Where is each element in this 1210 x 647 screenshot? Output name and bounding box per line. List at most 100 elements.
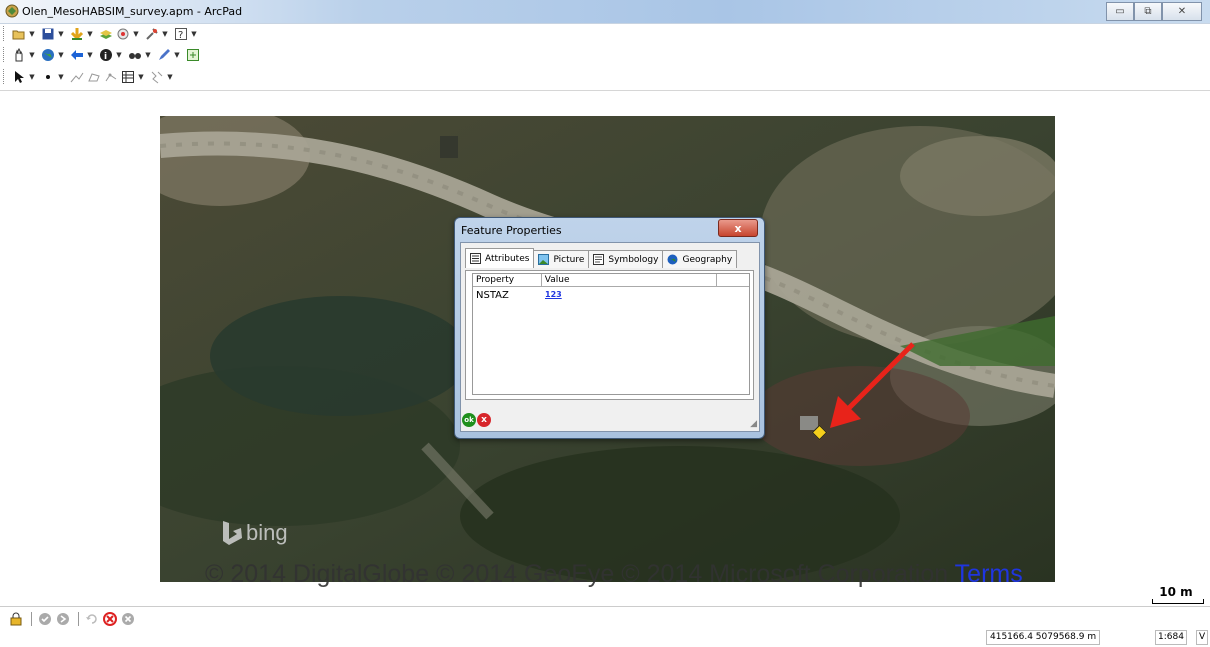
find-icon[interactable] bbox=[127, 47, 142, 62]
picture-icon bbox=[538, 254, 550, 265]
select-dropdown-arrow[interactable]: ▼ bbox=[28, 69, 36, 84]
tab-symbology-label: Symbology bbox=[608, 254, 659, 265]
toolbar-separator bbox=[0, 90, 1210, 91]
dialog-tabs: Attributes Picture Symbology Geography bbox=[465, 248, 738, 269]
status-toolbar bbox=[8, 611, 138, 626]
tab-picture[interactable]: Picture bbox=[533, 250, 590, 268]
scale-bar-label: 10 m bbox=[1159, 585, 1193, 599]
info-icon[interactable]: i bbox=[98, 47, 113, 62]
next-icon[interactable] bbox=[55, 611, 70, 626]
lock-icon[interactable] bbox=[8, 611, 23, 626]
feature-properties-dialog: Feature Properties x Attributes Picture … bbox=[454, 217, 765, 439]
table-row[interactable]: NSTAZ 123 bbox=[473, 290, 749, 301]
save-dropdown-arrow[interactable]: ▼ bbox=[57, 26, 65, 41]
table-icon[interactable] bbox=[120, 69, 135, 84]
back-dropdown-arrow[interactable]: ▼ bbox=[86, 47, 94, 62]
bing-logo: bing bbox=[220, 519, 288, 547]
cancel-icon[interactable] bbox=[120, 611, 135, 626]
edit-icon[interactable] bbox=[156, 47, 171, 62]
geography-icon bbox=[667, 254, 678, 265]
tab-attributes[interactable]: Attributes bbox=[465, 248, 535, 268]
bing-logo-text: bing bbox=[246, 520, 288, 545]
vertex-icon[interactable] bbox=[103, 69, 118, 84]
edit-toolbar: ▼ ▼ ▼ ▼ bbox=[0, 67, 1210, 86]
open-dropdown-arrow[interactable]: ▼ bbox=[28, 26, 36, 41]
arcpad-app-icon bbox=[5, 4, 19, 18]
tab-geography-label: Geography bbox=[682, 254, 733, 265]
scale-bar bbox=[1152, 599, 1204, 604]
attributes-icon bbox=[470, 253, 481, 264]
back-icon[interactable] bbox=[69, 47, 84, 62]
gps-dropdown-arrow[interactable]: ▼ bbox=[132, 26, 140, 41]
mode-indicator: V bbox=[1196, 630, 1209, 645]
cancel-button[interactable]: x bbox=[477, 413, 491, 427]
symbology-icon bbox=[593, 254, 605, 265]
pan-icon[interactable] bbox=[11, 47, 26, 62]
check-icon[interactable] bbox=[37, 611, 52, 626]
attributes-grid: Property Value NSTAZ 123 bbox=[472, 273, 750, 395]
select-arrow-icon[interactable] bbox=[11, 69, 26, 84]
tab-picture-label: Picture bbox=[553, 254, 585, 265]
stop-icon[interactable] bbox=[102, 611, 117, 626]
bing-logo-icon bbox=[223, 521, 242, 545]
close-window-button[interactable]: ✕ bbox=[1162, 2, 1202, 21]
refresh-icon[interactable] bbox=[185, 47, 200, 62]
tab-attributes-label: Attributes bbox=[485, 253, 530, 264]
value-cell[interactable]: 123 bbox=[542, 290, 715, 301]
close-icon: ✕ bbox=[1177, 6, 1187, 17]
status-separator bbox=[78, 611, 79, 626]
dialog-buttons: ok x bbox=[462, 413, 491, 427]
tools-dropdown-arrow[interactable]: ▼ bbox=[161, 26, 169, 41]
edit-dropdown-arrow[interactable]: ▼ bbox=[173, 47, 181, 62]
close-icon: x bbox=[734, 221, 742, 235]
dialog-body: Attributes Picture Symbology Geography P… bbox=[460, 242, 760, 432]
attribution-text: © 2014 DigitalGlobe © 2014 GeoEye © 2014… bbox=[205, 560, 949, 588]
terms-link[interactable]: Terms bbox=[955, 560, 1023, 588]
attributes-panel: Property Value NSTAZ 123 bbox=[465, 270, 754, 400]
info-dropdown-arrow[interactable]: ▼ bbox=[115, 47, 123, 62]
find-dropdown-arrow[interactable]: ▼ bbox=[144, 47, 152, 62]
status-separator bbox=[31, 611, 32, 626]
ok-button[interactable]: ok bbox=[462, 413, 476, 427]
window-title: Olen_MesoHABSIM_survey.apm - ArcPad bbox=[22, 5, 243, 18]
dialog-close-button[interactable]: x bbox=[718, 219, 758, 237]
minimize-button[interactable]: ▭ bbox=[1106, 2, 1134, 21]
restore-icon: ⧉ bbox=[1144, 6, 1152, 17]
toolbar-grip[interactable] bbox=[3, 69, 7, 84]
polyline-icon[interactable] bbox=[69, 69, 84, 84]
polygon-icon[interactable] bbox=[86, 69, 101, 84]
svg-text:?: ? bbox=[178, 30, 183, 40]
open-icon[interactable] bbox=[11, 26, 26, 41]
layer-icon[interactable] bbox=[98, 26, 113, 41]
globe-icon[interactable] bbox=[40, 47, 55, 62]
help-dropdown-arrow[interactable]: ▼ bbox=[190, 26, 198, 41]
column-header-property[interactable]: Property bbox=[473, 274, 542, 286]
add-layer-icon[interactable] bbox=[69, 26, 84, 41]
snap-dropdown-arrow[interactable]: ▼ bbox=[166, 69, 174, 84]
save-icon[interactable] bbox=[40, 26, 55, 41]
maximize-button[interactable]: ⧉ bbox=[1134, 2, 1162, 21]
browse-toolbar: ▼ ▼ ▼ i ▼ ▼ ▼ bbox=[0, 45, 1210, 64]
toolbar-grip[interactable] bbox=[3, 26, 7, 41]
undo-icon[interactable] bbox=[84, 611, 99, 626]
tab-symbology[interactable]: Symbology bbox=[588, 250, 664, 268]
help-icon[interactable]: ? bbox=[173, 26, 188, 41]
tools-icon[interactable] bbox=[144, 26, 159, 41]
window-title-bar: Olen_MesoHABSIM_survey.apm - ArcPad ▭ ⧉ … bbox=[0, 0, 1210, 24]
pan-dropdown-arrow[interactable]: ▼ bbox=[28, 47, 36, 62]
tab-geography[interactable]: Geography bbox=[662, 250, 738, 268]
point-dropdown-arrow[interactable]: ▼ bbox=[57, 69, 65, 84]
svg-text:i: i bbox=[104, 52, 107, 62]
map-scale-readout[interactable]: 1:684 bbox=[1155, 630, 1187, 645]
add-layer-dropdown-arrow[interactable]: ▼ bbox=[86, 26, 94, 41]
gps-icon[interactable] bbox=[115, 26, 130, 41]
minimize-icon: ▭ bbox=[1115, 6, 1125, 17]
table-dropdown-arrow[interactable]: ▼ bbox=[137, 69, 145, 84]
column-header-value[interactable]: Value bbox=[542, 274, 717, 286]
toolbar-grip[interactable] bbox=[3, 47, 7, 62]
point-icon[interactable] bbox=[40, 69, 55, 84]
resize-grip-icon[interactable]: ◢ bbox=[750, 419, 757, 429]
coordinate-readout: 415166.4 5079568.9 m bbox=[986, 630, 1101, 645]
snap-icon[interactable] bbox=[149, 69, 164, 84]
globe-dropdown-arrow[interactable]: ▼ bbox=[57, 47, 65, 62]
